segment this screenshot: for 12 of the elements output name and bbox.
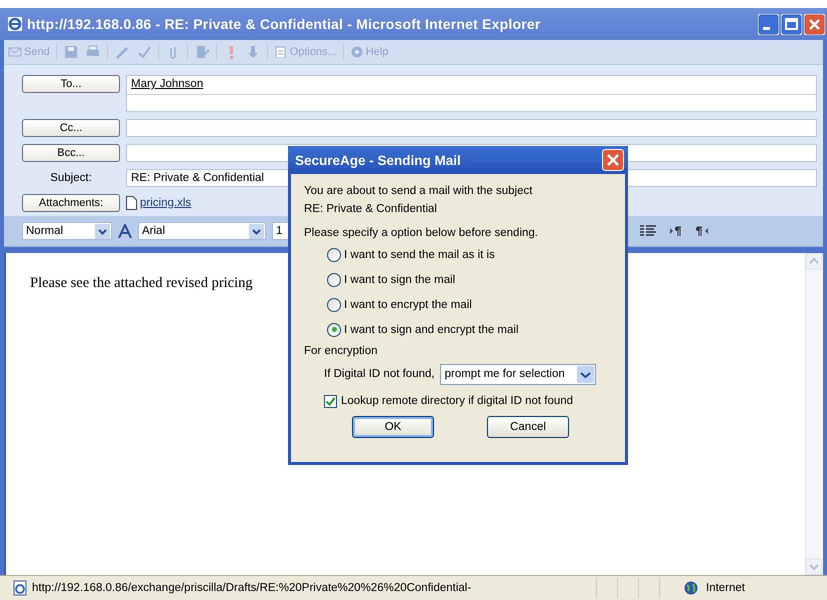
- subject-label: Subject:: [49, 172, 93, 184]
- section-label: For encryption: [304, 344, 379, 359]
- dialog-prompt: Please specify a option below before sending.: [304, 226, 539, 241]
- zone-label: Internet: [706, 582, 746, 594]
- dialog-title: SecureAge - Sending Mail: [295, 152, 461, 168]
- dialog-text: RE: Private & Confidential: [304, 202, 438, 217]
- digital-id-label: If Digital ID not found,: [324, 368, 435, 380]
- message-text: Please see the attached revised pricing: [30, 275, 253, 292]
- window-title: http://192.168.0.86 - RE: Private & Confidential - Microsoft Internet Explorer: [27, 16, 540, 32]
- checkbox-label: Lookup remote directory if digital ID not found: [341, 395, 574, 407]
- dialog-text: You are about to send a mail with the subject: [304, 184, 534, 199]
- status-url: http://192.168.0.86/exchange/priscilla/Drafts/RE:%20Private%20%26%20Confidential-: [32, 582, 472, 594]
